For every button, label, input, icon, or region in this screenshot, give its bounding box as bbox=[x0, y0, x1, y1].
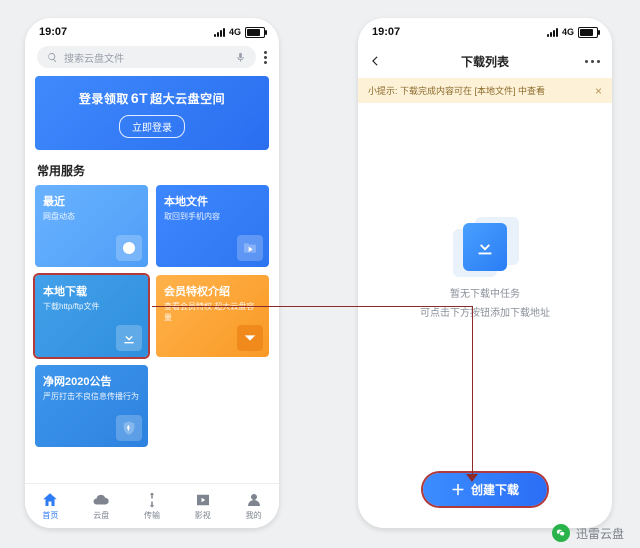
tile-local-download[interactable]: 本地下载 下载http/ftp文件 bbox=[35, 275, 148, 357]
search-row: 搜索云盘文件 bbox=[25, 46, 279, 76]
status-right: 4G bbox=[547, 27, 598, 38]
more-icon[interactable] bbox=[585, 60, 600, 63]
tile-sub: 网盘动态 bbox=[43, 211, 140, 222]
tab-transfer[interactable]: 传输 bbox=[127, 484, 178, 528]
tip-banner: 小提示: 下载完成内容可在 [本地文件] 中查看 × bbox=[358, 78, 612, 103]
empty-state: 暂无下载中任务 可点击下方按钮添加下载地址 bbox=[358, 223, 612, 319]
plus-icon: ＋ bbox=[451, 483, 465, 497]
battery-icon bbox=[245, 27, 265, 38]
clock-icon bbox=[116, 235, 142, 261]
status-bar: 19:07 4G bbox=[25, 18, 279, 46]
status-bar: 19:07 4G bbox=[358, 18, 612, 46]
search-icon bbox=[47, 52, 58, 63]
tile-title: 净网2020公告 bbox=[43, 373, 140, 389]
annotation-arrow bbox=[472, 306, 473, 476]
download-icon bbox=[463, 223, 507, 271]
tile-sub: 严厉打击不良信息传播行为 bbox=[43, 391, 140, 402]
create-download-highlight: ＋ 创建下载 bbox=[423, 473, 547, 506]
phone-screen-home: 19:07 4G 搜索云盘文件 登录领取6T超大云盘空间 立即登录 常用服务 最… bbox=[25, 18, 279, 528]
status-right: 4G bbox=[214, 27, 265, 38]
source-watermark: 迅雷云盘 bbox=[552, 524, 624, 542]
shield-icon bbox=[116, 415, 142, 441]
transfer-icon bbox=[143, 491, 161, 509]
watermark-text: 迅雷云盘 bbox=[576, 525, 624, 542]
section-title: 常用服务 bbox=[25, 150, 279, 185]
search-input[interactable]: 搜索云盘文件 bbox=[37, 46, 256, 68]
promo-banner[interactable]: 登录领取6T超大云盘空间 立即登录 bbox=[35, 76, 269, 150]
back-button[interactable] bbox=[368, 54, 382, 68]
service-grid: 最近 网盘动态 本地文件 取回到手机内容 本地下载 下载http/ftp文件 会… bbox=[25, 185, 279, 447]
annotation-arrowhead-icon bbox=[466, 474, 478, 482]
network-label: 4G bbox=[562, 27, 574, 37]
network-label: 4G bbox=[229, 27, 241, 37]
signal-icon bbox=[214, 28, 225, 37]
tab-home[interactable]: 首页 bbox=[25, 484, 76, 528]
tile-sub: 查看会员特权 超大云盘容量 bbox=[164, 301, 261, 323]
empty-title: 暂无下载中任务 bbox=[450, 285, 520, 300]
tile-title: 本地下载 bbox=[43, 283, 140, 299]
tile-sub: 取回到手机内容 bbox=[164, 211, 261, 222]
create-download-button[interactable]: ＋ 创建下载 bbox=[423, 473, 547, 506]
tab-cloud[interactable]: 云盘 bbox=[76, 484, 127, 528]
tile-local-files[interactable]: 本地文件 取回到手机内容 bbox=[156, 185, 269, 267]
user-icon bbox=[245, 491, 263, 509]
chevron-left-icon bbox=[368, 54, 382, 68]
bottom-tabbar: 首页 云盘 传输 影视 我的 bbox=[25, 483, 279, 528]
status-time: 19:07 bbox=[39, 26, 67, 38]
annotation-arrow bbox=[152, 306, 472, 307]
video-icon bbox=[194, 491, 212, 509]
phone-screen-downloads: 19:07 4G 下载列表 小提示: 下载完成内容可在 [本地文件] 中查看 ×… bbox=[358, 18, 612, 528]
chevron-down-icon bbox=[237, 325, 263, 351]
battery-icon bbox=[578, 27, 598, 38]
tile-sub: 下载http/ftp文件 bbox=[43, 301, 140, 312]
primary-button-label: 创建下载 bbox=[471, 481, 519, 498]
tile-recent[interactable]: 最近 网盘动态 bbox=[35, 185, 148, 267]
tile-notice-2020[interactable]: 净网2020公告 严厉打击不良信息传播行为 bbox=[35, 365, 148, 447]
home-icon bbox=[41, 491, 59, 509]
search-placeholder: 搜索云盘文件 bbox=[64, 50, 124, 65]
tip-text: 小提示: 下载完成内容可在 [本地文件] 中查看 bbox=[368, 84, 545, 97]
more-icon[interactable] bbox=[264, 51, 267, 64]
titlebar: 下载列表 bbox=[358, 46, 612, 76]
folder-play-icon bbox=[237, 235, 263, 261]
page-title: 下载列表 bbox=[461, 53, 509, 70]
tile-vip-intro[interactable]: 会员特权介绍 查看会员特权 超大云盘容量 bbox=[156, 275, 269, 357]
status-time: 19:07 bbox=[372, 26, 400, 38]
tile-title: 本地文件 bbox=[164, 193, 261, 209]
tile-title: 会员特权介绍 bbox=[164, 283, 261, 299]
download-icon bbox=[116, 325, 142, 351]
promo-title: 登录领取6T超大云盘空间 bbox=[45, 90, 259, 107]
close-icon[interactable]: × bbox=[595, 85, 602, 97]
login-button[interactable]: 立即登录 bbox=[119, 115, 185, 138]
tile-title: 最近 bbox=[43, 193, 140, 209]
mic-icon[interactable] bbox=[235, 52, 246, 63]
tab-me[interactable]: 我的 bbox=[228, 484, 279, 528]
tab-video[interactable]: 影视 bbox=[177, 484, 228, 528]
signal-icon bbox=[547, 28, 558, 37]
cloud-icon bbox=[92, 491, 110, 509]
wechat-icon bbox=[552, 524, 570, 542]
